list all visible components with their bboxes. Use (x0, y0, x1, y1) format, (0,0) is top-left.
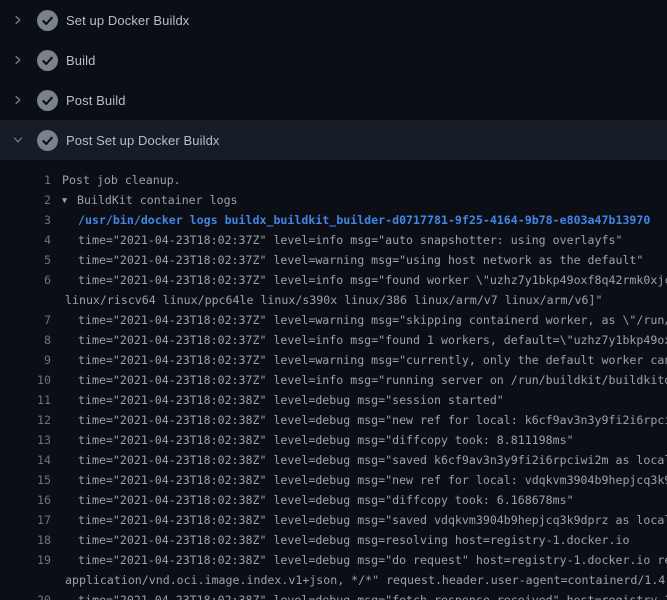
log-line: 13 time="2021-04-23T18:02:38Z" level=debu… (0, 430, 667, 450)
log-group-label: BuildKit container logs (77, 193, 238, 207)
log-line: 8 time="2021-04-23T18:02:37Z" level=info … (0, 330, 667, 350)
chevron-right-icon (12, 14, 24, 26)
step-header-build[interactable]: Build (0, 40, 667, 80)
step-title: Post Build (66, 93, 126, 108)
actions-log-page: Set up Docker Buildx Build Post Build Post … (0, 0, 667, 600)
log-line-number[interactable]: 7 (0, 310, 51, 330)
log-line-text: time="2021-04-23T18:02:38Z" level=debug … (78, 510, 667, 530)
log-line-text: time="2021-04-23T18:02:37Z" level=info m… (78, 330, 667, 350)
log-line: 20 time="2021-04-23T18:02:38Z" level=debu… (0, 590, 667, 600)
log-line: 9 time="2021-04-23T18:02:37Z" level=warni… (0, 350, 667, 370)
log-line: 1 Post job cleanup. (0, 170, 667, 190)
log-line-text: application/vnd.oci.image.index.v1+json,… (65, 570, 667, 590)
steps-list: Set up Docker Buildx Build Post Build Post … (0, 0, 667, 160)
log-line: 14 time="2021-04-23T18:02:38Z" level=debu… (0, 450, 667, 470)
log-line: 10 time="2021-04-23T18:02:37Z" level=info… (0, 370, 667, 390)
log-line-number[interactable]: 16 (0, 490, 51, 510)
log-line-number[interactable]: 20 (0, 590, 51, 600)
log-line-text: time="2021-04-23T18:02:38Z" level=debug … (78, 470, 667, 490)
log-line-text: Post job cleanup. (62, 170, 181, 190)
log-line-text: time="2021-04-23T18:02:37Z" level=info m… (78, 230, 622, 250)
log-line: 19 time="2021-04-23T18:02:38Z" level=debu… (0, 550, 667, 570)
log-line-number (0, 290, 51, 310)
log-line-number[interactable]: 13 (0, 430, 51, 450)
log-line-text: time="2021-04-23T18:02:38Z" level=debug … (78, 450, 667, 470)
log-command-text: /usr/bin/docker logs buildx_buildkit_bui… (78, 210, 650, 230)
log-line-text: time="2021-04-23T18:02:37Z" level=warnin… (78, 350, 667, 370)
chevron-right-icon (12, 54, 24, 66)
log-line-number (0, 570, 51, 590)
log-line-number[interactable]: 9 (0, 350, 51, 370)
log-line: 5 time="2021-04-23T18:02:37Z" level=warni… (0, 250, 667, 270)
log-line-number[interactable]: 18 (0, 530, 51, 550)
log-line-text: time="2021-04-23T18:02:38Z" level=debug … (78, 530, 629, 550)
log-line-number[interactable]: 10 (0, 370, 51, 390)
step-title: Set up Docker Buildx (66, 13, 189, 28)
log-line-text: time="2021-04-23T18:02:38Z" level=debug … (78, 410, 667, 430)
log-line-text: time="2021-04-23T18:02:38Z" level=debug … (78, 490, 574, 510)
log-group-toggle[interactable]: ▼BuildKit container logs (62, 190, 238, 210)
log-line-text: time="2021-04-23T18:02:37Z" level=info m… (78, 370, 667, 390)
log-line-number[interactable]: 19 (0, 550, 51, 570)
log-line: 12 time="2021-04-23T18:02:38Z" level=debu… (0, 410, 667, 430)
log-line-text: time="2021-04-23T18:02:37Z" level=warnin… (78, 250, 643, 270)
log-line-number[interactable]: 2 (0, 190, 51, 210)
step-header-post-set-up-docker-buildx[interactable]: Post Set up Docker Buildx (0, 120, 667, 160)
log-line-number[interactable]: 11 (0, 390, 51, 410)
group-collapse-arrow-icon: ▼ (62, 191, 77, 210)
log-line: 17 time="2021-04-23T18:02:38Z" level=debu… (0, 510, 667, 530)
log-line-number[interactable]: 8 (0, 330, 51, 350)
log-line-number[interactable]: 12 (0, 410, 51, 430)
log-line-number[interactable]: 1 (0, 170, 51, 190)
log-viewer: 1 Post job cleanup. 2 ▼BuildKit container l… (0, 160, 667, 600)
log-line: 11 time="2021-04-23T18:02:38Z" level=debu… (0, 390, 667, 410)
log-line-continuation: application/vnd.oci.image.index.v1+json,… (0, 570, 667, 590)
log-line: 3/usr/bin/docker logs buildx_buildkit_bu… (0, 210, 667, 230)
check-circle-icon (37, 130, 58, 151)
log-line: 2 ▼BuildKit container logs (0, 190, 667, 210)
log-line-text: time="2021-04-23T18:02:37Z" level=info m… (78, 270, 667, 290)
step-title: Post Set up Docker Buildx (66, 133, 220, 148)
log-line-number[interactable]: 4 (0, 230, 51, 250)
log-line: 7 time="2021-04-23T18:02:37Z" level=warni… (0, 310, 667, 330)
log-line-number[interactable]: 15 (0, 470, 51, 490)
log-line-text: time="2021-04-23T18:02:38Z" level=debug … (78, 550, 667, 570)
log-line-text: time="2021-04-23T18:02:38Z" level=debug … (78, 590, 667, 600)
log-line: 18 time="2021-04-23T18:02:38Z" level=debu… (0, 530, 667, 550)
log-line-number[interactable]: 6 (0, 270, 51, 290)
log-line: 15 time="2021-04-23T18:02:38Z" level=debu… (0, 470, 667, 490)
log-line-number[interactable]: 14 (0, 450, 51, 470)
step-header-set-up-docker-buildx[interactable]: Set up Docker Buildx (0, 0, 667, 40)
log-line: 6 time="2021-04-23T18:02:37Z" level=info … (0, 270, 667, 290)
log-line-text: linux/riscv64 linux/ppc64le linux/s390x … (65, 290, 602, 310)
step-header-post-build[interactable]: Post Build (0, 80, 667, 120)
log-line-text: time="2021-04-23T18:02:38Z" level=debug … (78, 430, 574, 450)
chevron-right-icon (12, 94, 24, 106)
chevron-down-icon (12, 134, 24, 146)
log-line-number[interactable]: 3 (0, 210, 51, 230)
log-line: 4 time="2021-04-23T18:02:37Z" level=info … (0, 230, 667, 250)
log-line-text: time="2021-04-23T18:02:38Z" level=debug … (78, 390, 504, 410)
log-line-continuation: linux/riscv64 linux/ppc64le linux/s390x … (0, 290, 667, 310)
log-line: 16 time="2021-04-23T18:02:38Z" level=debu… (0, 490, 667, 510)
log-line-text: time="2021-04-23T18:02:37Z" level=warnin… (78, 310, 667, 330)
log-line-number[interactable]: 5 (0, 250, 51, 270)
check-circle-icon (37, 50, 58, 71)
check-circle-icon (37, 10, 58, 31)
step-title: Build (66, 53, 95, 68)
log-line-number[interactable]: 17 (0, 510, 51, 530)
check-circle-icon (37, 90, 58, 111)
